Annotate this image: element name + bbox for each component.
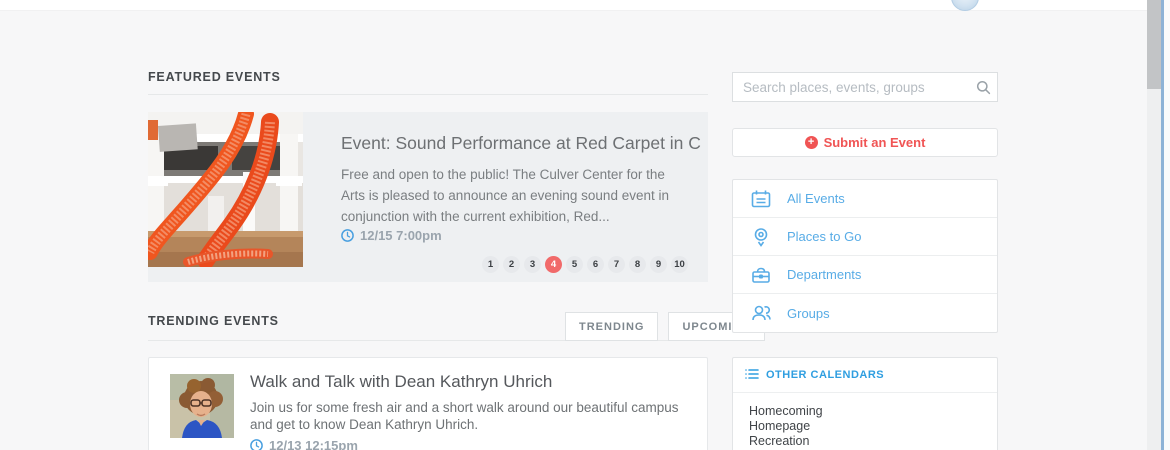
featured-carousel-pagination: 1 2 3 4 5 6 7 8 9 10 [482, 256, 688, 273]
featured-event-title[interactable]: Event: Sound Performance at Red Carpet i… [341, 133, 701, 154]
trending-events-heading: TRENDING EVENTS [148, 314, 279, 328]
map-pin-icon [749, 226, 773, 248]
trending-event-datetime: 12/13 12:15pm [269, 438, 358, 450]
trending-event-datetime-row: 12/13 12:15pm [250, 438, 358, 450]
sidebar-item-label: Places to Go [787, 229, 862, 244]
trending-event-title[interactable]: Walk and Talk with Dean Kathryn Uhrich [250, 372, 690, 392]
sidebar-item-label: All Events [787, 191, 845, 206]
pagination-dot-6[interactable]: 6 [587, 256, 604, 273]
submit-event-button[interactable]: + Submit an Event [732, 128, 998, 157]
search-input[interactable] [733, 79, 969, 95]
submit-event-label: Submit an Event [823, 135, 926, 150]
featured-event-datetime: 12/15 7:00pm [360, 228, 442, 243]
sidebar-menu: All Events Places to Go Departments Grou… [732, 179, 998, 333]
sidebar-item-all-events[interactable]: All Events [733, 180, 997, 218]
featured-event-description: Free and open to the public! The Culver … [341, 167, 669, 224]
briefcase-icon [749, 264, 773, 286]
calendar-link-recreation[interactable]: Recreation [749, 434, 997, 449]
other-calendars-list: Homecoming Homepage Recreation [733, 393, 997, 449]
featured-event-card[interactable]: Event: Sound Performance at Red Carpet i… [148, 112, 708, 282]
list-icon [745, 368, 759, 383]
sidebar-item-label: Groups [787, 305, 830, 321]
search-box [732, 72, 998, 102]
clock-icon [341, 229, 354, 242]
scrollbar-thumb[interactable] [1147, 0, 1161, 89]
pagination-dot-1[interactable]: 1 [482, 256, 499, 273]
pagination-dot-2[interactable]: 2 [503, 256, 520, 273]
featured-event-datetime-row: 12/15 7:00pm [341, 228, 442, 243]
other-calendars-card: OTHER CALENDARS Homecoming Homepage Recr… [732, 357, 998, 450]
calendar-link-homepage[interactable]: Homepage [749, 419, 997, 434]
featured-events-heading: FEATURED EVENTS [148, 70, 281, 84]
people-icon [749, 302, 773, 324]
pagination-dot-9[interactable]: 9 [650, 256, 667, 273]
pagination-dot-4-active[interactable]: 4 [545, 256, 562, 273]
page-header-sliver [0, 0, 1170, 11]
plus-circle-icon: + [804, 136, 818, 149]
calendar-link-homecoming[interactable]: Homecoming [749, 404, 997, 419]
tab-trending[interactable]: TRENDING [565, 312, 659, 341]
pagination-dot-7[interactable]: 7 [608, 256, 625, 273]
featured-event-image[interactable] [148, 112, 303, 267]
sidebar-item-places-to-go[interactable]: Places to Go [733, 218, 997, 256]
trending-event-description: Join us for some fresh air and a short w… [250, 400, 679, 432]
ribbon-sculpture-illustration [148, 112, 303, 267]
window-edge-outer [1164, 0, 1170, 450]
pagination-dot-5[interactable]: 5 [566, 256, 583, 273]
sidebar-item-groups[interactable]: Groups [733, 294, 997, 332]
other-calendars-title: OTHER CALENDARS [766, 369, 885, 381]
pagination-dot-10[interactable]: 10 [671, 256, 688, 273]
sidebar-item-departments[interactable]: Departments [733, 256, 997, 294]
pagination-dot-8[interactable]: 8 [629, 256, 646, 273]
clock-icon [250, 439, 263, 450]
trending-event-card[interactable]: Walk and Talk with Dean Kathryn Uhrich J… [148, 357, 708, 450]
pagination-dot-3[interactable]: 3 [524, 256, 541, 273]
other-calendars-header: OTHER CALENDARS [733, 358, 997, 393]
magnifier-icon[interactable] [969, 80, 997, 95]
sidebar-item-label: Departments [787, 267, 862, 282]
divider [148, 94, 708, 95]
calendar-icon [749, 188, 773, 210]
trending-event-image[interactable] [170, 374, 234, 438]
portrait-illustration [170, 374, 234, 438]
